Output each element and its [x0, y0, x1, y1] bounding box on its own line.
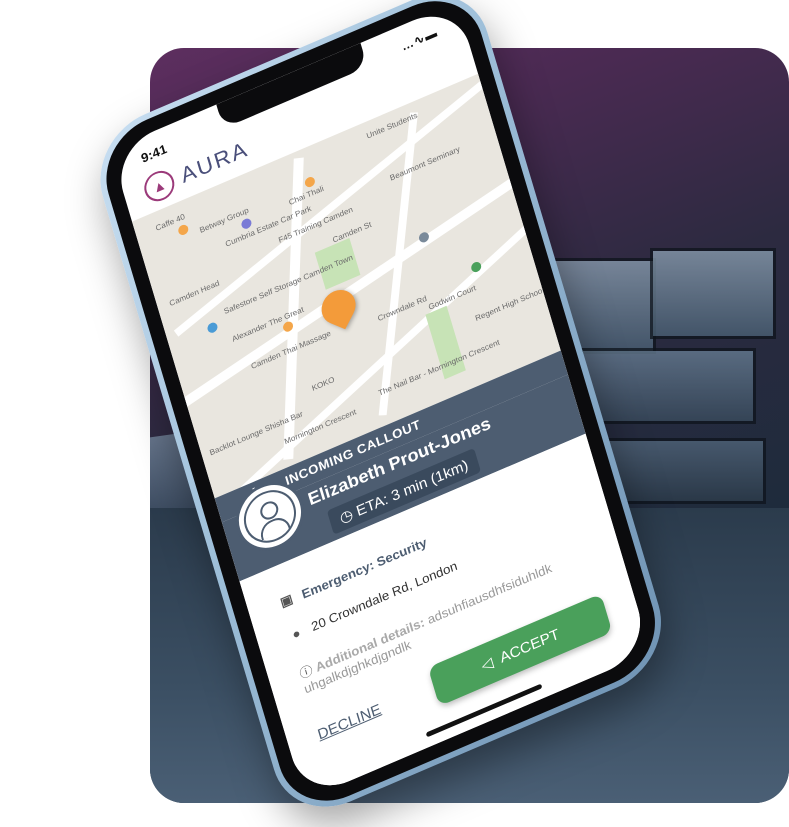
status-time: 9:41 [139, 141, 169, 166]
aura-logo-icon: ▲ [140, 166, 178, 207]
map-poi-icon[interactable] [177, 223, 190, 237]
map-label: KOKO [310, 375, 336, 393]
decline-button[interactable]: DECLINE [316, 701, 383, 743]
clock-icon: ◷ [337, 505, 356, 528]
send-icon: ◁ [479, 654, 496, 675]
map-label: Camden St [331, 219, 373, 245]
shield-icon: ▣ [278, 590, 295, 610]
location-marker-icon: ● [290, 625, 303, 643]
signal-wifi-battery-icon: …∿▬ [399, 25, 440, 54]
accept-label: ACCEPT [497, 625, 562, 667]
map-label: Crowndale Rd [376, 293, 428, 324]
map-label: Regent High School [474, 285, 546, 324]
map-label: Godwin Court [427, 283, 477, 312]
map-poi-icon[interactable] [206, 321, 219, 335]
